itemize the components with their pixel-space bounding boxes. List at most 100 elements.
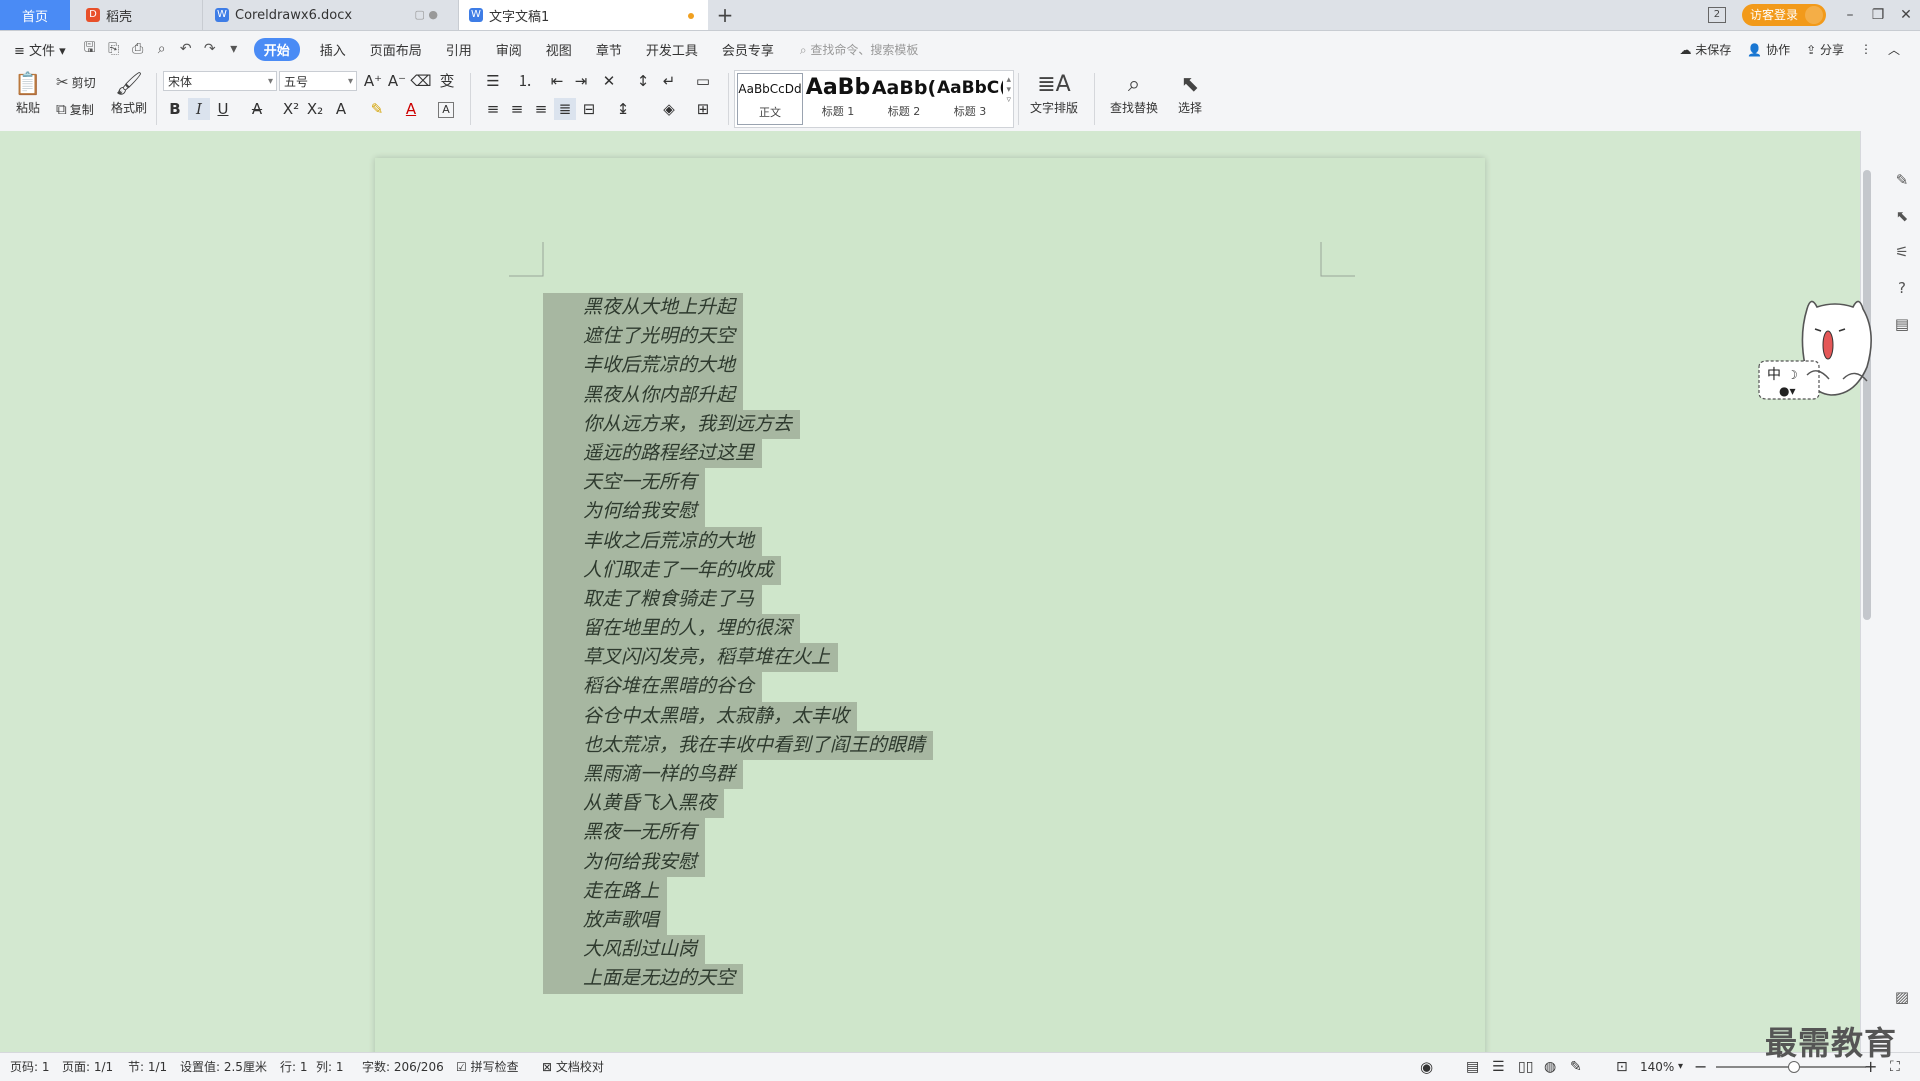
doc-proof-button[interactable]: ⊠ 文档校对: [542, 1053, 604, 1081]
tab-developer[interactable]: 开发工具: [634, 40, 710, 59]
align-left-icon[interactable]: ≡: [482, 98, 504, 120]
eye-protect-icon[interactable]: ◉: [1420, 1053, 1433, 1081]
poem-line[interactable]: 上面是无边的天空: [543, 964, 744, 994]
font-size-select[interactable]: 五号: [279, 71, 357, 92]
poem-line[interactable]: 你从远方来，我到远方去: [543, 409, 801, 439]
highlight-icon[interactable]: ✎: [366, 98, 388, 120]
text-effect-icon[interactable]: A: [330, 98, 352, 120]
poem-line[interactable]: 从黄昏飞入黑夜: [543, 789, 725, 819]
poem-line[interactable]: 人们取走了一年的收成: [543, 555, 782, 585]
sort-icon[interactable]: ↕: [632, 70, 654, 92]
tab-member[interactable]: 会员专享: [710, 40, 786, 59]
save-icon[interactable]: 🖫: [78, 37, 102, 61]
italic-icon[interactable]: I: [188, 98, 210, 120]
window-count-badge[interactable]: 2: [1707, 7, 1726, 23]
spell-check-button[interactable]: ☑ 拼写检查: [456, 1053, 519, 1081]
zoom-dropdown-icon[interactable]: ▾: [1678, 1053, 1683, 1081]
poem-line[interactable]: 丰收后荒凉的大地: [543, 351, 744, 381]
page-view-icon[interactable]: ▤: [1466, 1053, 1479, 1081]
web-view-icon[interactable]: ◍: [1544, 1053, 1556, 1081]
poem-line[interactable]: 稻谷堆在黑暗的谷仓: [543, 672, 763, 702]
poem-line[interactable]: 遥远的路程经过这里: [543, 438, 763, 469]
customize-toolbar-icon[interactable]: ▾: [222, 41, 246, 57]
shrink-font-icon[interactable]: A⁻: [386, 70, 408, 92]
zoom-level[interactable]: 140%: [1640, 1053, 1674, 1081]
gallery-scroll-icon[interactable]: ▴ ▾ ▿: [1006, 75, 1011, 105]
redo-icon[interactable]: ↷: [198, 41, 222, 57]
zoom-out-icon[interactable]: −: [1694, 1053, 1707, 1081]
find-replace-button[interactable]: ⌕ 查找替换: [1104, 71, 1164, 116]
phonetic-icon[interactable]: 变: [436, 70, 458, 92]
status-page-no[interactable]: 页码: 1: [10, 1053, 50, 1081]
tab-active-doc[interactable]: W 文字文稿1: [458, 0, 708, 30]
tab-view[interactable]: 视图: [534, 40, 584, 59]
chinese-layout-icon[interactable]: ✕: [598, 70, 620, 92]
tab-home[interactable]: 首页: [0, 0, 70, 30]
status-pages[interactable]: 页面: 1/1: [62, 1053, 113, 1081]
cut-button[interactable]: ✂ 剪切: [56, 73, 96, 91]
tab-doc1-close-icon[interactable]: ▢ ●: [415, 8, 439, 21]
poem-line[interactable]: 留在地里的人，埋的很深: [543, 614, 801, 644]
fit-page-icon[interactable]: ⊡: [1616, 1053, 1628, 1081]
write-view-icon[interactable]: ✎: [1570, 1053, 1582, 1081]
poem-line[interactable]: 为何给我安慰: [543, 847, 706, 877]
zoom-slider[interactable]: [1716, 1061, 1866, 1073]
style-heading-1[interactable]: AaBb 标题 1: [805, 73, 871, 125]
tab-page-layout[interactable]: 页面布局: [358, 40, 434, 59]
print-icon[interactable]: ⎙: [126, 41, 150, 57]
tab-daoke[interactable]: D 稻壳: [76, 0, 196, 30]
tab-insert[interactable]: 插入: [308, 40, 358, 59]
tab-review[interactable]: 审阅: [484, 40, 534, 59]
archive-icon[interactable]: ▤: [1891, 313, 1913, 335]
tab-stop-icon[interactable]: ▭: [692, 70, 714, 92]
settings-slider-icon[interactable]: ⚟: [1891, 241, 1913, 263]
status-row[interactable]: 行: 1: [280, 1053, 308, 1081]
login-button[interactable]: 访客登录: [1741, 4, 1826, 26]
print-preview-icon[interactable]: ⌕: [150, 41, 174, 57]
increase-indent-icon[interactable]: ⇥: [570, 70, 592, 92]
justify-icon[interactable]: ≣: [554, 98, 576, 120]
style-heading-3[interactable]: AaBbC( 标题 3: [937, 73, 1003, 125]
poem-line[interactable]: 走在路上: [543, 876, 668, 906]
poem-line[interactable]: 黑夜从你内部升起: [543, 380, 744, 410]
tab-section[interactable]: 章节: [584, 40, 634, 59]
poem-line[interactable]: 放声歌唱: [543, 905, 668, 936]
status-col[interactable]: 列: 1: [316, 1053, 344, 1081]
clear-format-icon[interactable]: ⌫: [410, 70, 432, 92]
superscript-icon[interactable]: X²: [280, 98, 302, 120]
copy-button[interactable]: ⧉ 复制: [56, 100, 94, 118]
poem-line[interactable]: 大风刮过山岗: [543, 935, 706, 965]
poem-line[interactable]: 取走了粮食骑走了马: [543, 584, 763, 615]
text-layout-button[interactable]: ≣A 文字排版: [1024, 71, 1084, 116]
export-icon[interactable]: ⎘: [102, 41, 126, 57]
poem-line[interactable]: 黑夜从大地上升起: [543, 293, 744, 323]
poem-line[interactable]: 为何给我安慰: [543, 497, 706, 527]
line-spacing-icon[interactable]: ↨: [612, 98, 634, 120]
poem-line[interactable]: 遮住了光明的天空: [543, 322, 744, 352]
status-setting[interactable]: 设置值: 2.5厘米: [180, 1053, 267, 1081]
numbered-list-icon[interactable]: ⒈: [514, 70, 536, 92]
poem-line[interactable]: 草叉闪闪发亮，稻草堆在火上: [543, 643, 839, 673]
font-color-icon[interactable]: A: [400, 98, 422, 120]
tab-references[interactable]: 引用: [434, 40, 484, 59]
file-menu[interactable]: ≡ 文件 ▾: [0, 40, 78, 59]
status-words[interactable]: 字数: 206/206: [362, 1053, 444, 1081]
poem-line[interactable]: 天空一无所有: [543, 468, 706, 498]
pen-icon[interactable]: ✎: [1891, 169, 1913, 191]
style-normal[interactable]: AaBbCcDd 正文: [737, 73, 803, 125]
tab-start[interactable]: 开始: [253, 37, 300, 61]
unsaved-button[interactable]: ☁ 未保存: [1679, 41, 1731, 58]
poem-line[interactable]: 黑夜一无所有: [543, 818, 706, 848]
undo-icon[interactable]: ↶: [174, 41, 198, 57]
poem-text[interactable]: 黑夜从大地上升起 遮住了光明的天空 丰收后荒凉的大地 黑夜从你内部升起 你从远方来，我到…: [543, 293, 934, 994]
status-section[interactable]: 节: 1/1: [128, 1053, 167, 1081]
collapse-ribbon-icon[interactable]: ︿: [1888, 41, 1900, 58]
help-icon[interactable]: ?: [1891, 277, 1913, 299]
decrease-indent-icon[interactable]: ⇤: [546, 70, 568, 92]
pointer-icon[interactable]: ⬉: [1891, 205, 1913, 227]
share-button[interactable]: ⇪ 分享: [1806, 41, 1844, 58]
poem-line[interactable]: 谷仓中太黑暗，太寂静，太丰收: [543, 701, 858, 731]
collab-button[interactable]: 👤 协作: [1747, 41, 1790, 58]
poem-line[interactable]: 黑雨滴一样的鸟群: [543, 760, 744, 790]
distribute-icon[interactable]: ⊟: [578, 98, 600, 120]
